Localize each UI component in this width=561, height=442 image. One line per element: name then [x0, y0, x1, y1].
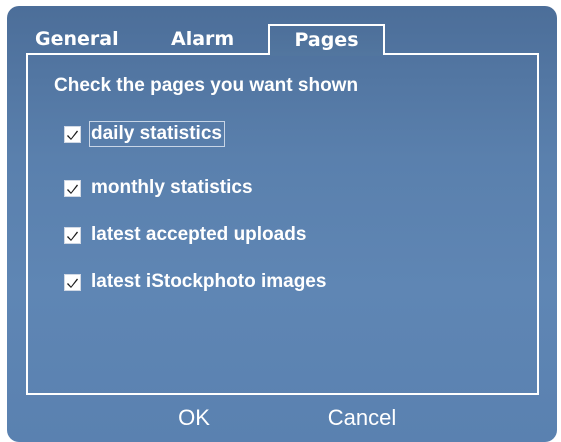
checkmark-icon — [67, 130, 78, 140]
tab-general[interactable]: General — [35, 25, 119, 53]
checkmark-icon — [67, 184, 78, 194]
panel-heading: Check the pages you want shown — [54, 75, 359, 96]
checkbox-daily-statistics[interactable] — [64, 125, 81, 143]
option-daily-statistics[interactable]: daily statistics — [64, 119, 225, 149]
checkbox-latest-istockphoto-images[interactable] — [64, 273, 81, 291]
option-label: latest accepted uploads — [91, 224, 307, 245]
checkbox-latest-accepted-uploads[interactable] — [64, 226, 81, 244]
pages-panel: Check the pages you want shown daily sta… — [26, 53, 539, 395]
cancel-button[interactable]: Cancel — [307, 400, 417, 436]
tab-alarm[interactable]: Alarm — [171, 25, 234, 53]
checkbox-monthly-statistics[interactable] — [64, 179, 81, 197]
option-label: latest iStockphoto images — [91, 271, 327, 292]
tab-panel-join — [270, 53, 383, 56]
checkmark-icon — [67, 278, 78, 288]
option-latest-istockphoto-images[interactable]: latest iStockphoto images — [64, 267, 329, 297]
option-label: daily statistics — [89, 121, 225, 147]
ok-button[interactable]: OK — [159, 400, 229, 436]
option-label: monthly statistics — [91, 177, 253, 198]
tab-pages[interactable]: Pages — [268, 24, 385, 55]
option-monthly-statistics[interactable]: monthly statistics — [64, 173, 256, 203]
checkmark-icon — [67, 231, 78, 241]
option-latest-accepted-uploads[interactable]: latest accepted uploads — [64, 220, 309, 250]
settings-window: General Alarm Pages Check the pages you … — [7, 6, 557, 442]
